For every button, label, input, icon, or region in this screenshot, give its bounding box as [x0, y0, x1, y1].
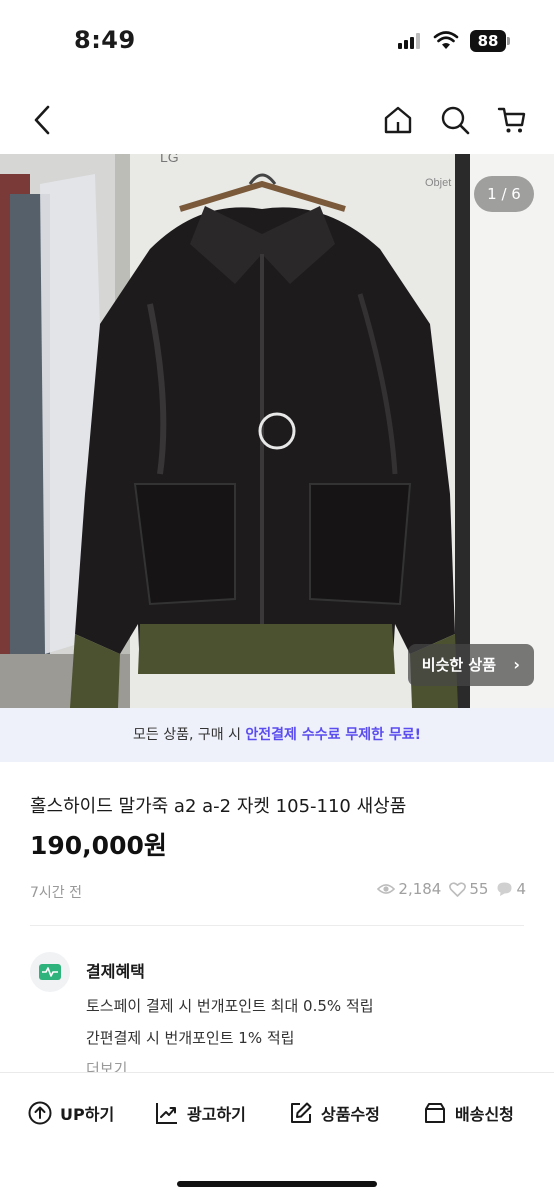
views-count: 2,184: [398, 880, 442, 898]
chevron-right-icon: ›: [513, 655, 520, 674]
back-chevron-icon: [34, 105, 50, 135]
posted-time: 7시간 전: [30, 885, 82, 901]
status-time: 8:49: [74, 26, 136, 54]
promo-banner[interactable]: 모든 상품, 구매 시 안전결제 수수료 무제한 무료!: [0, 708, 554, 762]
advertise-button[interactable]: 광고하기: [155, 1099, 246, 1127]
similar-products-label: 비슷한 상품: [421, 656, 496, 674]
brand-mark: LG: [160, 154, 179, 165]
image-counter: 1 / 6: [474, 176, 534, 212]
similar-products-button[interactable]: 비슷한 상품 ›: [407, 644, 534, 686]
views-stat: 2,184: [377, 880, 441, 898]
product-stats: 2,184 55 4: [369, 880, 526, 898]
product-photo: LG Objet: [0, 154, 554, 708]
trend-chart-icon: [156, 1103, 177, 1124]
edit-product-button[interactable]: 상품수정: [289, 1099, 380, 1127]
shipping-request-label: 배송신청: [455, 1105, 514, 1124]
tag-text: Objet: [425, 177, 451, 189]
chats-count: 4: [516, 880, 526, 898]
card-pay-icon: [39, 964, 61, 980]
benefit-line: 토스페이 결제 시 번개포인트 최대 0.5% 적립: [86, 997, 374, 1015]
top-navigation: [0, 84, 554, 154]
chat-bubble-icon: [497, 882, 512, 896]
chats-stat: 4: [496, 880, 526, 898]
status-bar: 8:49 88: [0, 0, 554, 84]
cart-button[interactable]: [492, 100, 532, 140]
likes-stat: 55: [449, 880, 488, 898]
payment-benefit-icon: [30, 952, 70, 992]
edit-product-label: 상품수정: [321, 1105, 380, 1124]
shipping-request-button[interactable]: 배송신청: [423, 1099, 514, 1127]
battery-tip: [507, 37, 510, 45]
divider: [30, 925, 524, 926]
likes-count: 55: [469, 880, 489, 898]
benefit-line: 간편결제 시 번개포인트 1% 적립: [86, 1029, 295, 1047]
home-indicator: [177, 1181, 377, 1187]
package-box-icon: [425, 1103, 445, 1123]
cellular-signal-icon: [398, 33, 422, 49]
search-button[interactable]: [435, 100, 475, 140]
edit-pencil-icon: [291, 1102, 312, 1123]
product-image-carousel[interactable]: LG Objet 1 / 6 비슷한 상품 ›: [0, 154, 554, 708]
promo-highlight: 안전결제 수수료 무제한 무료!: [245, 727, 421, 743]
search-icon: [441, 106, 470, 135]
promo-prefix: 모든 상품, 구매 시: [133, 727, 246, 743]
product-title: 홀스하이드 말가죽 a2 a-2 자켓 105-110 새상품: [30, 796, 407, 817]
eye-icon: [377, 884, 396, 894]
back-button[interactable]: [22, 100, 62, 140]
battery-level: 88: [470, 30, 506, 52]
benefit-title: 결제혜택: [86, 962, 145, 981]
up-arrow-circle-icon: [28, 1101, 52, 1125]
home-icon: [384, 106, 412, 134]
up-button[interactable]: UP하기: [28, 1099, 114, 1127]
cart-icon: [497, 107, 526, 133]
home-button[interactable]: [378, 100, 418, 140]
up-label: UP하기: [60, 1105, 115, 1124]
advertise-label: 광고하기: [187, 1105, 246, 1124]
wifi-icon: [433, 31, 459, 49]
product-price: 190,000원: [30, 831, 167, 860]
heart-icon: [449, 881, 467, 897]
